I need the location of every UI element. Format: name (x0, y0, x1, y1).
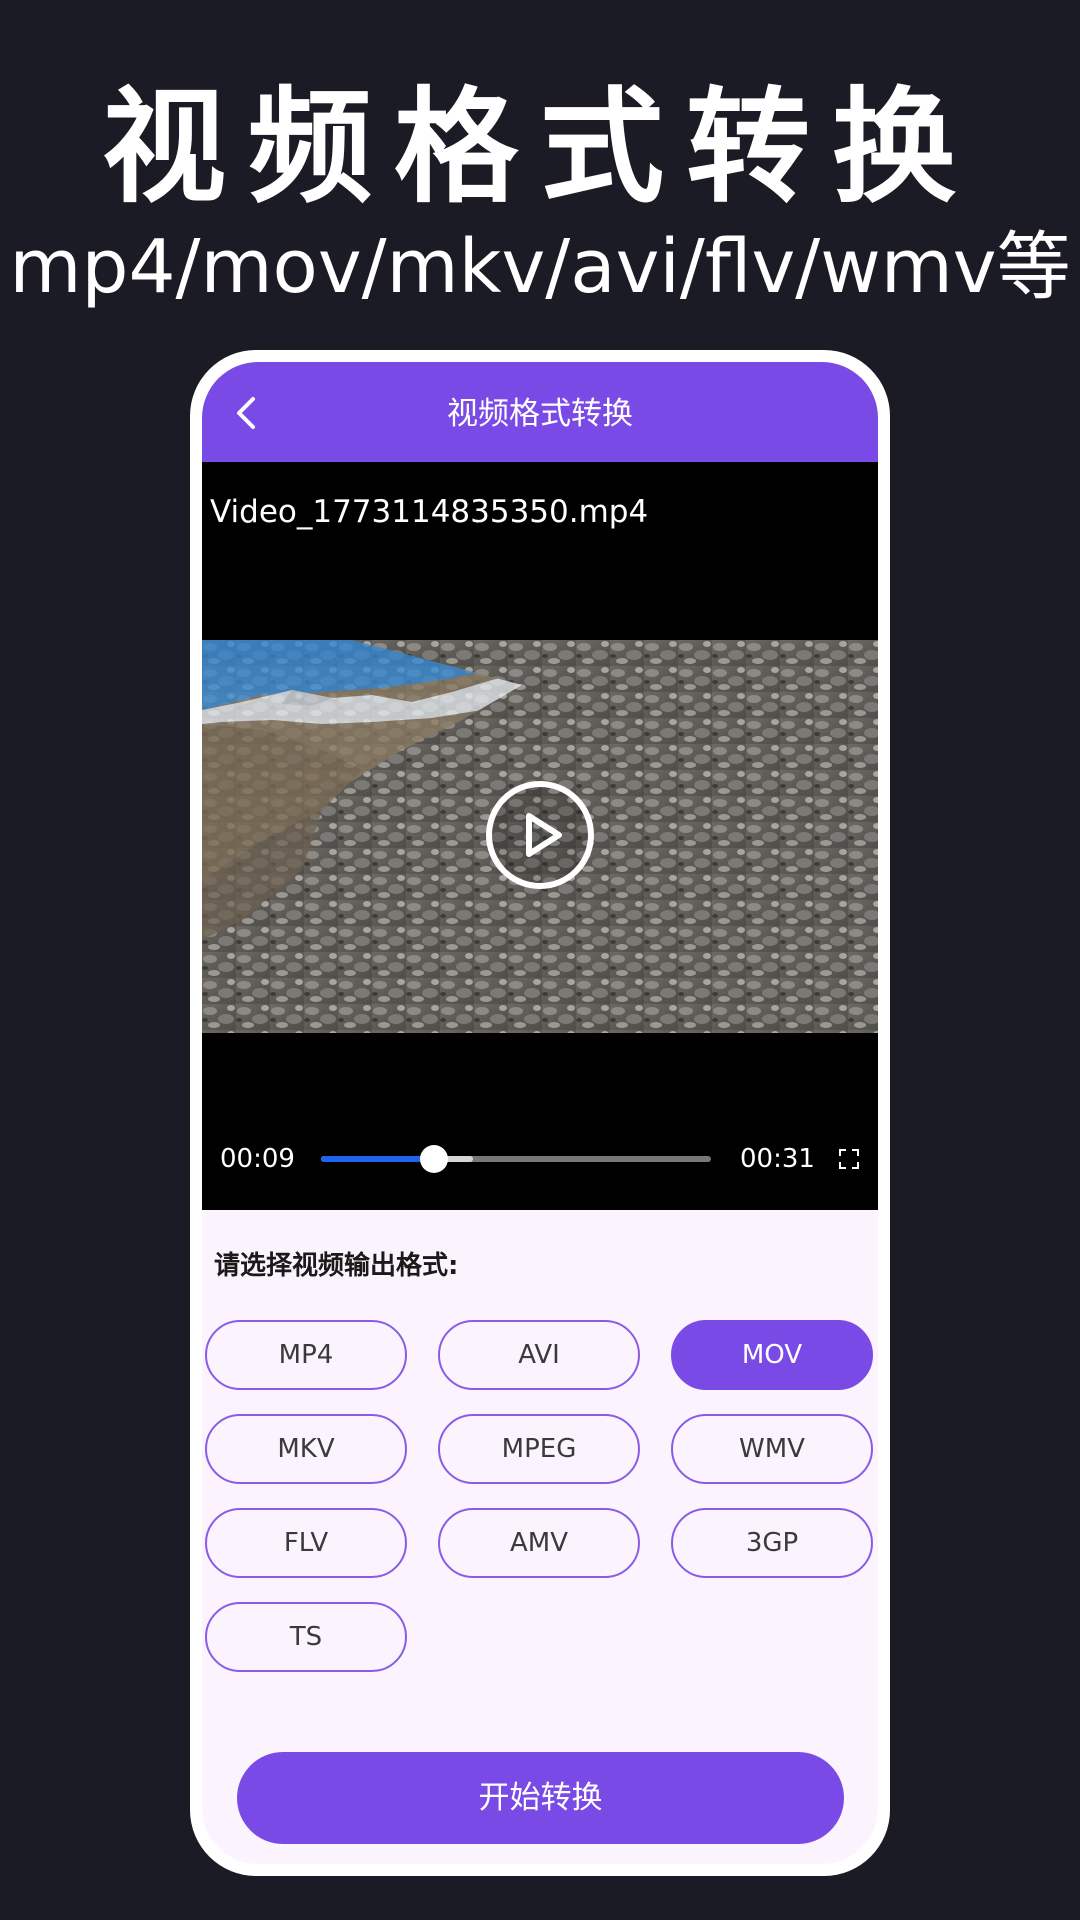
start-convert-button[interactable]: 开始转换 (237, 1752, 844, 1844)
current-time: 00:09 (220, 1144, 295, 1174)
video-file-name: Video_1773114835350.mp4 (210, 494, 649, 530)
chevron-left-icon (237, 397, 255, 429)
format-option-3gp[interactable]: 3GP (671, 1508, 873, 1578)
format-option-mkv[interactable]: MKV (205, 1414, 407, 1484)
back-button[interactable] (222, 388, 272, 438)
format-option-avi[interactable]: AVI (438, 1320, 640, 1390)
format-option-mov[interactable]: MOV (671, 1320, 873, 1390)
fullscreen-icon (839, 1149, 859, 1169)
play-circle-icon (486, 781, 594, 889)
app-screen: 视频格式转换 Video_1773114835350.mp4 00:09 00:… (202, 362, 878, 1864)
page-title: 视频格式转换 (447, 396, 633, 432)
promo-subtitle: mp4/mov/mkv/avi/flv/wmv等 (9, 224, 1071, 310)
format-option-ts[interactable]: TS (205, 1602, 407, 1672)
progress-thumb[interactable] (420, 1145, 449, 1173)
video-frame[interactable] (202, 640, 878, 1033)
format-section-label: 请选择视频输出格式: (214, 1251, 459, 1281)
video-player[interactable]: Video_1773114835350.mp4 00:09 00:31 (202, 462, 878, 1210)
format-option-wmv[interactable]: WMV (671, 1414, 873, 1484)
format-option-mpeg[interactable]: MPEG (438, 1414, 640, 1484)
total-time: 00:31 (740, 1144, 815, 1174)
progress-fill (321, 1156, 435, 1162)
format-option-flv[interactable]: FLV (205, 1508, 407, 1578)
app-bar: 视频格式转换 (202, 362, 878, 462)
format-option-amv[interactable]: AMV (438, 1508, 640, 1578)
format-option-mp4[interactable]: MP4 (205, 1320, 407, 1390)
format-options: MP4 AVI MOV MKV MPEG WMV FLV AMV 3GP TS (205, 1320, 875, 1672)
play-button[interactable] (485, 780, 595, 890)
fullscreen-button[interactable] (839, 1149, 859, 1169)
promo-title: 视频格式转换 (101, 76, 978, 220)
progress-slider[interactable] (321, 1145, 711, 1173)
phone-frame: 视频格式转换 Video_1773114835350.mp4 00:09 00:… (190, 350, 890, 1876)
